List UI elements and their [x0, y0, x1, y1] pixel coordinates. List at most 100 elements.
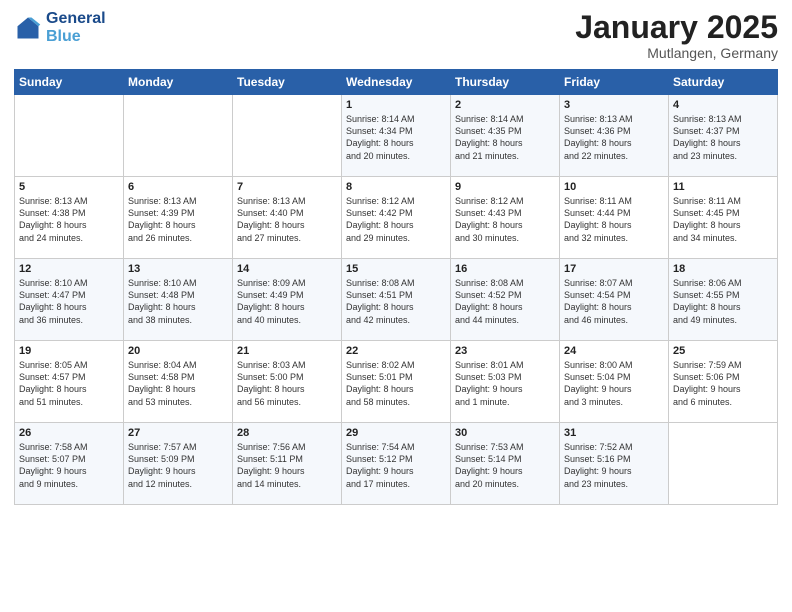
calendar-cell-3-6: 17 Sunrise: 8:07 AM Sunset: 4:54 PM Dayli…: [560, 259, 669, 341]
day-number: 16: [455, 263, 555, 275]
day-number: 10: [564, 181, 664, 193]
cell-info: Sunrise: 8:00 AM Sunset: 5:04 PM Dayligh…: [564, 359, 664, 408]
calendar-cell-1-6: 3 Sunrise: 8:13 AM Sunset: 4:36 PM Daylig…: [560, 95, 669, 177]
cell-info: Sunrise: 8:12 AM Sunset: 4:42 PM Dayligh…: [346, 195, 446, 244]
month-title: January 2025: [575, 10, 778, 45]
cell-info: Sunrise: 8:12 AM Sunset: 4:43 PM Dayligh…: [455, 195, 555, 244]
day-number: 31: [564, 427, 664, 439]
header-day-wednesday: Wednesday: [342, 70, 451, 95]
calendar-cell-4-6: 24Sunrise: 8:00 AM Sunset: 5:04 PM Dayli…: [560, 341, 669, 423]
cell-info: Sunrise: 7:53 AM Sunset: 5:14 PM Dayligh…: [455, 441, 555, 490]
cell-info: Sunrise: 8:01 AM Sunset: 5:03 PM Dayligh…: [455, 359, 555, 408]
calendar-cell-4-4: 22 Sunrise: 8:02 AM Sunset: 5:01 PM Dayli…: [342, 341, 451, 423]
day-number: 8: [346, 181, 446, 193]
calendar-cell-4-5: 23 Sunrise: 8:01 AM Sunset: 5:03 PM Dayli…: [451, 341, 560, 423]
calendar-table: SundayMondayTuesdayWednesdayThursdayFrid…: [14, 69, 778, 505]
day-number: 11: [673, 181, 773, 193]
cell-info: Sunrise: 7:56 AM Sunset: 5:11 PM Dayligh…: [237, 441, 337, 490]
calendar-cell-5-1: 26 Sunrise: 7:58 AM Sunset: 5:07 PM Dayli…: [15, 423, 124, 505]
cell-info: Sunrise: 8:02 AM Sunset: 5:01 PM Dayligh…: [346, 359, 446, 408]
cell-info: Sunrise: 8:13 AM Sunset: 4:38 PM Dayligh…: [19, 195, 119, 244]
day-number: 21: [237, 345, 337, 357]
header-day-sunday: Sunday: [15, 70, 124, 95]
calendar-header-row: SundayMondayTuesdayWednesdayThursdayFrid…: [15, 70, 778, 95]
calendar-cell-3-1: 12 Sunrise: 8:10 AM Sunset: 4:47 PM Dayli…: [15, 259, 124, 341]
calendar-cell-3-7: 18Sunrise: 8:06 AM Sunset: 4:55 PM Dayli…: [669, 259, 778, 341]
day-number: 15: [346, 263, 446, 275]
day-number: 3: [564, 99, 664, 111]
calendar-cell-5-6: 31 Sunrise: 7:52 AM Sunset: 5:16 PM Dayli…: [560, 423, 669, 505]
calendar-cell-5-3: 28Sunrise: 7:56 AM Sunset: 5:11 PM Dayli…: [233, 423, 342, 505]
day-number: 17: [564, 263, 664, 275]
calendar-cell-4-2: 20 Sunrise: 8:04 AM Sunset: 4:58 PM Dayli…: [124, 341, 233, 423]
calendar-cell-3-3: 14Sunrise: 8:09 AM Sunset: 4:49 PM Dayli…: [233, 259, 342, 341]
calendar-cell-1-2: [124, 95, 233, 177]
day-number: 6: [128, 181, 228, 193]
day-number: 1: [346, 99, 446, 111]
page-container: General Blue January 2025 Mutlangen, Ger…: [0, 0, 792, 515]
calendar-cell-5-7: [669, 423, 778, 505]
calendar-cell-2-3: 7 Sunrise: 8:13 AM Sunset: 4:40 PM Daylig…: [233, 177, 342, 259]
logo: General Blue: [14, 10, 106, 47]
day-number: 4: [673, 99, 773, 111]
header-day-saturday: Saturday: [669, 70, 778, 95]
calendar-cell-2-1: 5Sunrise: 8:13 AM Sunset: 4:38 PM Daylig…: [15, 177, 124, 259]
day-number: 27: [128, 427, 228, 439]
calendar-week-1: 1 Sunrise: 8:14 AM Sunset: 4:34 PM Daylig…: [15, 95, 778, 177]
calendar-cell-2-6: 10 Sunrise: 8:11 AM Sunset: 4:44 PM Dayli…: [560, 177, 669, 259]
calendar-cell-1-4: 1 Sunrise: 8:14 AM Sunset: 4:34 PM Daylig…: [342, 95, 451, 177]
calendar-cell-1-3: [233, 95, 342, 177]
logo-text-line2: Blue: [46, 28, 106, 46]
cell-info: Sunrise: 8:07 AM Sunset: 4:54 PM Dayligh…: [564, 277, 664, 326]
day-number: 19: [19, 345, 119, 357]
cell-info: Sunrise: 8:13 AM Sunset: 4:40 PM Dayligh…: [237, 195, 337, 244]
day-number: 7: [237, 181, 337, 193]
day-number: 18: [673, 263, 773, 275]
day-number: 13: [128, 263, 228, 275]
logo-text-line1: General: [46, 10, 106, 28]
cell-info: Sunrise: 8:10 AM Sunset: 4:47 PM Dayligh…: [19, 277, 119, 326]
cell-info: Sunrise: 7:57 AM Sunset: 5:09 PM Dayligh…: [128, 441, 228, 490]
day-number: 22: [346, 345, 446, 357]
day-number: 20: [128, 345, 228, 357]
cell-info: Sunrise: 8:14 AM Sunset: 4:34 PM Dayligh…: [346, 113, 446, 162]
cell-info: Sunrise: 8:13 AM Sunset: 4:37 PM Dayligh…: [673, 113, 773, 162]
calendar-cell-3-5: 16Sunrise: 8:08 AM Sunset: 4:52 PM Dayli…: [451, 259, 560, 341]
header-day-thursday: Thursday: [451, 70, 560, 95]
cell-info: Sunrise: 8:11 AM Sunset: 4:44 PM Dayligh…: [564, 195, 664, 244]
day-number: 9: [455, 181, 555, 193]
day-number: 23: [455, 345, 555, 357]
cell-info: Sunrise: 8:03 AM Sunset: 5:00 PM Dayligh…: [237, 359, 337, 408]
calendar-cell-2-4: 8 Sunrise: 8:12 AM Sunset: 4:42 PM Daylig…: [342, 177, 451, 259]
cell-info: Sunrise: 7:54 AM Sunset: 5:12 PM Dayligh…: [346, 441, 446, 490]
calendar-cell-4-3: 21 Sunrise: 8:03 AM Sunset: 5:00 PM Dayli…: [233, 341, 342, 423]
header-day-monday: Monday: [124, 70, 233, 95]
calendar-cell-2-5: 9 Sunrise: 8:12 AM Sunset: 4:43 PM Daylig…: [451, 177, 560, 259]
calendar-cell-1-5: 2Sunrise: 8:14 AM Sunset: 4:35 PM Daylig…: [451, 95, 560, 177]
calendar-week-4: 19Sunrise: 8:05 AM Sunset: 4:57 PM Dayli…: [15, 341, 778, 423]
cell-info: Sunrise: 8:13 AM Sunset: 4:39 PM Dayligh…: [128, 195, 228, 244]
cell-info: Sunrise: 7:52 AM Sunset: 5:16 PM Dayligh…: [564, 441, 664, 490]
calendar-cell-5-4: 29 Sunrise: 7:54 AM Sunset: 5:12 PM Dayli…: [342, 423, 451, 505]
cell-info: Sunrise: 8:13 AM Sunset: 4:36 PM Dayligh…: [564, 113, 664, 162]
calendar-cell-4-1: 19Sunrise: 8:05 AM Sunset: 4:57 PM Dayli…: [15, 341, 124, 423]
header: General Blue January 2025 Mutlangen, Ger…: [14, 10, 778, 61]
cell-info: Sunrise: 8:09 AM Sunset: 4:49 PM Dayligh…: [237, 277, 337, 326]
calendar-cell-3-2: 13 Sunrise: 8:10 AM Sunset: 4:48 PM Dayli…: [124, 259, 233, 341]
day-number: 29: [346, 427, 446, 439]
cell-info: Sunrise: 8:10 AM Sunset: 4:48 PM Dayligh…: [128, 277, 228, 326]
day-number: 25: [673, 345, 773, 357]
day-number: 12: [19, 263, 119, 275]
day-number: 26: [19, 427, 119, 439]
title-block: January 2025 Mutlangen, Germany: [575, 10, 778, 61]
day-number: 30: [455, 427, 555, 439]
cell-info: Sunrise: 7:59 AM Sunset: 5:06 PM Dayligh…: [673, 359, 773, 408]
cell-info: Sunrise: 8:08 AM Sunset: 4:51 PM Dayligh…: [346, 277, 446, 326]
cell-info: Sunrise: 8:04 AM Sunset: 4:58 PM Dayligh…: [128, 359, 228, 408]
header-day-tuesday: Tuesday: [233, 70, 342, 95]
day-number: 2: [455, 99, 555, 111]
cell-info: Sunrise: 7:58 AM Sunset: 5:07 PM Dayligh…: [19, 441, 119, 490]
header-day-friday: Friday: [560, 70, 669, 95]
calendar-cell-4-7: 25 Sunrise: 7:59 AM Sunset: 5:06 PM Dayli…: [669, 341, 778, 423]
calendar-week-5: 26 Sunrise: 7:58 AM Sunset: 5:07 PM Dayli…: [15, 423, 778, 505]
